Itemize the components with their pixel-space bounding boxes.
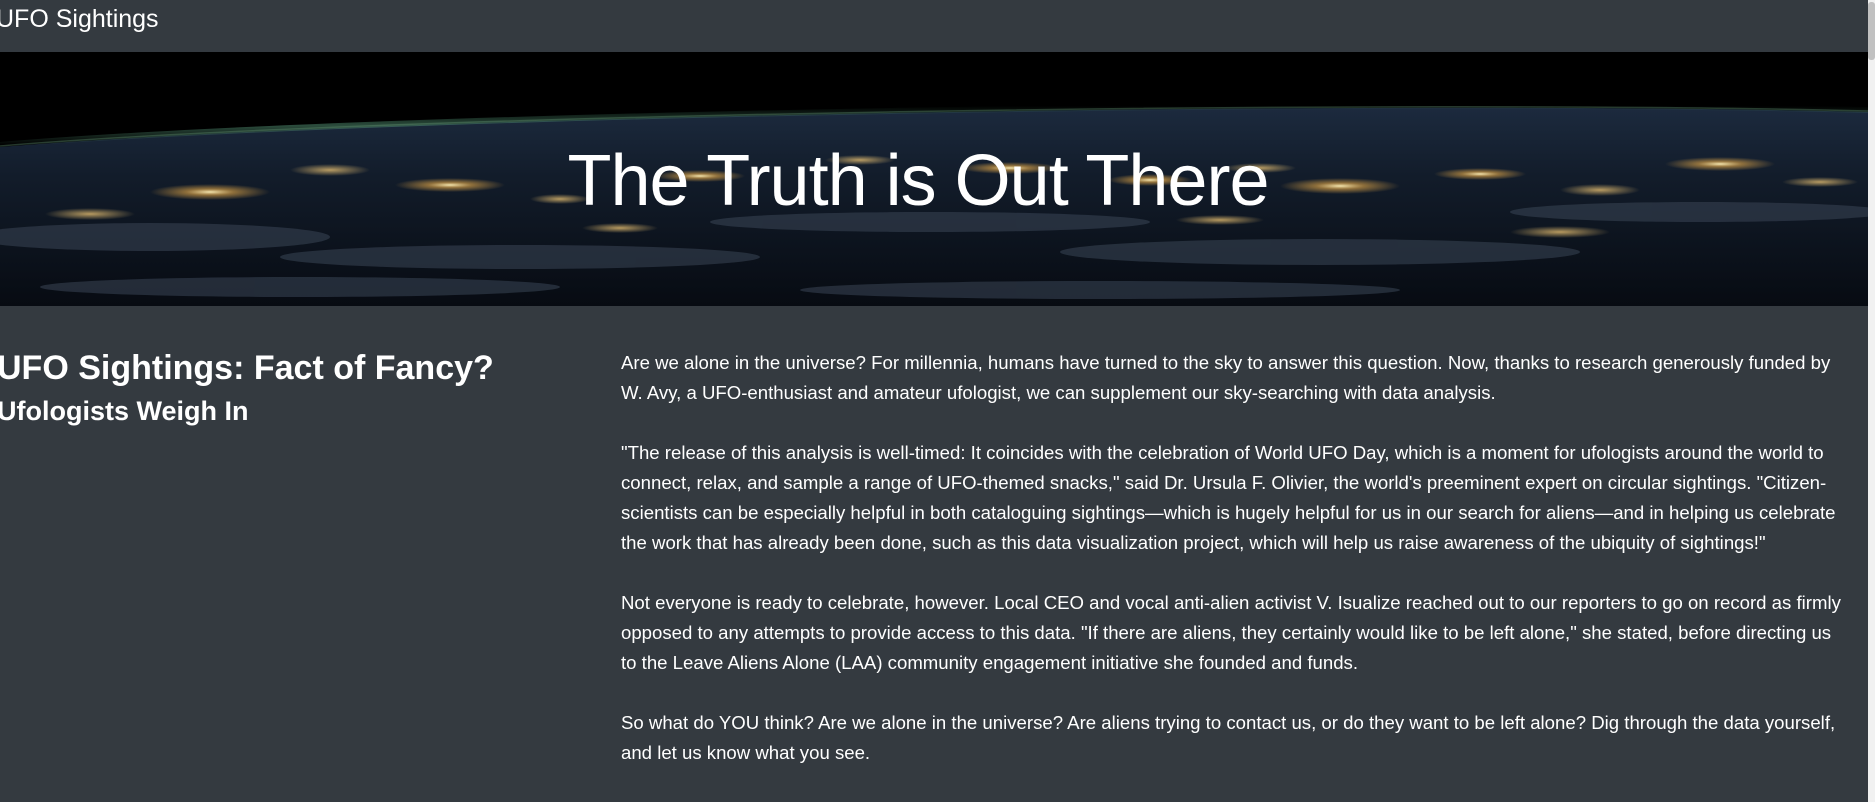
article-paragraph: "The release of this analysis is well-ti… <box>621 442 1836 553</box>
hero-title: The Truth is Out There <box>567 141 1270 221</box>
headline-section: UFO Sightings: Fact of Fancy? Ufologists… <box>0 346 577 431</box>
article-paragraph: Not everyone is ready to celebrate, howe… <box>621 592 1841 673</box>
navbar: UFO Sightings <box>0 0 1868 52</box>
article-paragraph: Are we alone in the universe? For millen… <box>621 352 1831 403</box>
vertical-scrollbar[interactable] <box>1868 0 1875 802</box>
page: UFO Sightings The Truth is Out There UFO… <box>0 0 1875 802</box>
article-headline: UFO Sightings: Fact of Fancy? <box>0 349 494 387</box>
article-subheadline: Ufologists Weigh In <box>0 396 249 426</box>
navbar-brand-link[interactable]: UFO Sightings <box>0 2 159 36</box>
article-body: Are we alone in the universe? For millen… <box>621 348 1851 798</box>
article-paragraph: So what do YOU think? Are we alone in th… <box>621 712 1836 763</box>
scrollbar-thumb[interactable] <box>1868 2 1875 60</box>
hero-banner: The Truth is Out There <box>0 52 1868 306</box>
